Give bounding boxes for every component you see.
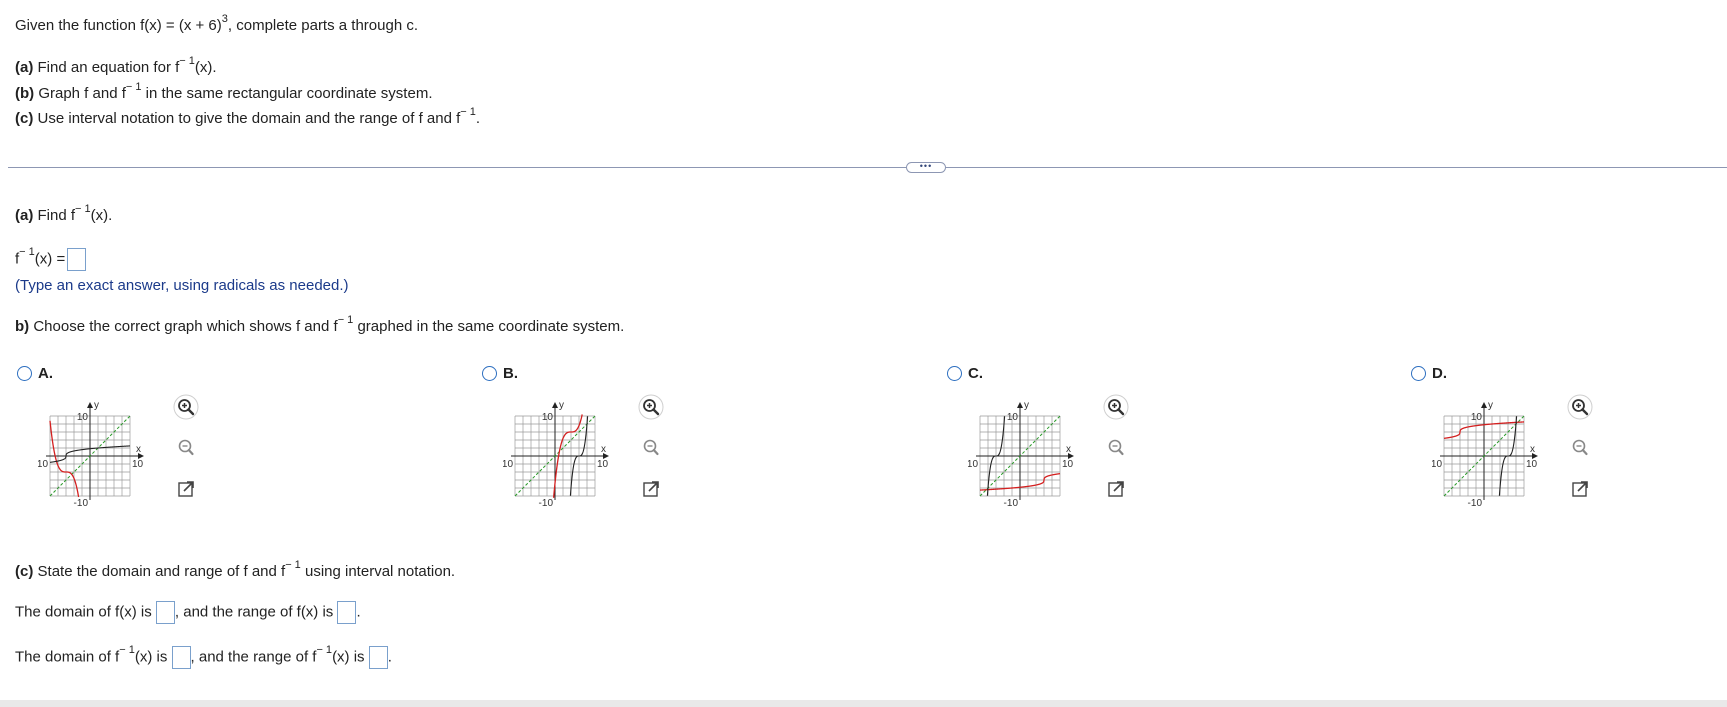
popout-icon[interactable] [172,475,200,503]
domain-range-finv-row: The domain of f− 1(x) is , and the range… [15,645,392,669]
radio-icon[interactable] [1411,365,1426,381]
range-finv-input[interactable] [368,646,388,669]
y-axis-arrow-icon [1481,402,1487,408]
bottom-scroll-bar[interactable] [0,700,1727,707]
graph-option-b: y x 10 10 -10 -10 [503,400,609,509]
part-a-instruction: (a) Find an equation for f− 1(x). [15,55,217,77]
y-tick-label-negative: -10 [1004,498,1019,509]
y-axis-label: y [559,400,564,411]
part-a-answer-row: f− 1(x) = [15,247,87,271]
x-tick-label-negative: -10 [503,459,513,470]
popout-icon[interactable] [1102,475,1130,503]
option-d-radio[interactable]: D. [1411,362,1511,384]
x-axis-label: x [1530,444,1535,455]
zoom-out-icon[interactable] [1566,434,1594,462]
y-tick-label-negative: -10 [539,498,554,509]
popout-icon[interactable] [637,475,665,503]
y-tick-label-negative: -10 [74,498,89,509]
radio-icon[interactable] [17,365,32,381]
option-c-label: C. [968,364,983,382]
domain-range-f-row: The domain of f(x) is , and the range of… [15,601,361,624]
zoom-out-icon[interactable] [637,434,665,462]
range-f-input[interactable] [337,601,357,624]
part-c-instruction: (c) Use interval notation to give the do… [15,106,481,128]
y-tick-label-positive: 10 [1471,412,1483,423]
domain-finv-input[interactable] [171,646,191,669]
y-axis-label: y [1488,400,1493,411]
y-axis-arrow-icon [1017,402,1023,408]
intro-text: Given the function f(x) = (x + 6)3, comp… [15,13,418,35]
x-tick-label-positive: 10 [597,459,609,470]
zoom-out-icon[interactable] [1102,434,1130,462]
option-d-label: D. [1432,364,1447,382]
option-a-radio[interactable]: A. [17,362,117,384]
y-axis-arrow-icon [87,402,93,408]
zoom-in-icon[interactable] [637,393,665,421]
part-a-heading: (a) Find f− 1(x). [15,203,113,225]
popout-icon[interactable] [1566,475,1594,503]
y-tick-label-positive: 10 [77,412,89,423]
y-axis-label: y [1024,400,1029,411]
x-axis-label: x [601,444,606,455]
x-tick-label-negative: -10 [1432,459,1442,470]
zoom-in-icon[interactable] [172,393,200,421]
zoom-out-icon[interactable] [172,434,200,462]
x-axis-label: x [136,444,141,455]
graph-option-a: y x 10 10 -10 -10 [38,400,144,509]
y-tick-label-positive: 10 [542,412,554,423]
zoom-in-icon[interactable] [1566,393,1594,421]
x-tick-label-negative: -10 [968,459,978,470]
y-axis-label: y [94,400,99,411]
option-b-label: B. [503,364,518,382]
y-tick-label-positive: 10 [1007,412,1019,423]
part-a-hint: (Type an exact answer, using radicals as… [15,277,349,294]
part-b-heading: b) Choose the correct graph which shows … [15,314,625,336]
graph-option-d: y x 10 10 -10 -10 [1432,400,1538,509]
domain-f-input[interactable] [155,601,175,624]
y-tick-label-negative: -10 [1468,498,1483,509]
radio-icon[interactable] [482,365,497,381]
option-b-radio[interactable]: B. [482,362,582,384]
part-b-instruction: (b) Graph f and f− 1 in the same rectang… [15,81,433,103]
option-c-radio[interactable]: C. [947,362,1047,384]
radio-icon[interactable] [947,365,962,381]
x-tick-label-positive: 10 [132,459,144,470]
x-tick-label-positive: 10 [1062,459,1074,470]
inverse-answer-input[interactable] [67,248,87,271]
graph-option-c: y x 10 10 -10 -10 [968,400,1074,509]
expand-toggle-button[interactable]: ••• [906,162,946,173]
x-tick-label-positive: 10 [1526,459,1538,470]
x-tick-label-negative: -10 [38,459,48,470]
section-divider [8,167,1727,168]
zoom-in-icon[interactable] [1102,393,1130,421]
x-axis-label: x [1066,444,1071,455]
option-a-label: A. [38,364,53,382]
part-c-heading: (c) State the domain and range of f and … [15,559,456,581]
y-axis-arrow-icon [552,402,558,408]
